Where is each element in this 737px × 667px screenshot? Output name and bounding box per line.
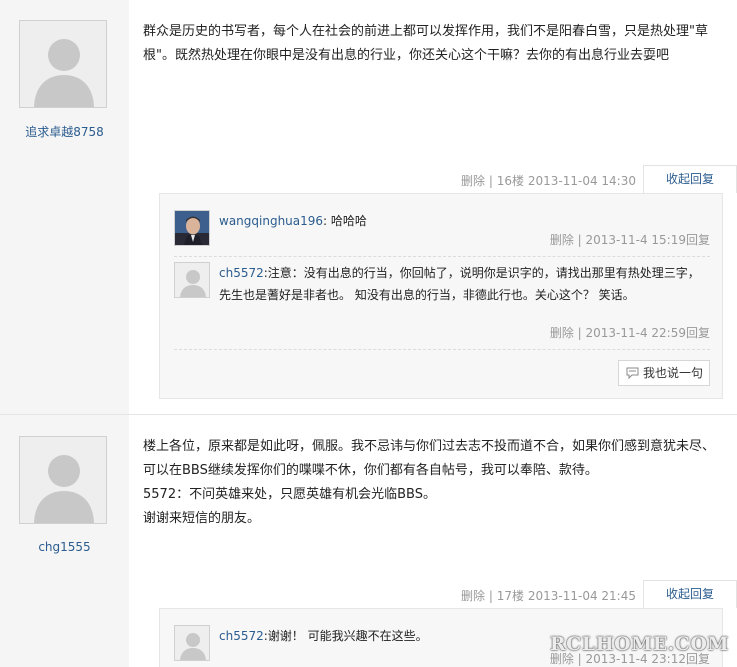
delete-link[interactable]: 删除 <box>461 589 485 603</box>
add-reply-label: 我也说一句 <box>643 366 704 380</box>
post-time: 2013-11-04 14:30 <box>527 174 636 188</box>
reply-item: ch5572:注意：没有出息的行当，你回帖了，说明你是识字的，请找出那里有热处理… <box>174 262 710 342</box>
reply-username-link[interactable]: ch5572 <box>219 266 264 280</box>
post-paragraph: 楼上各位，原来都是如此呀，佩服。我不忌讳与你们过去志不投而道不合，如果你们感到意… <box>143 439 716 478</box>
comment-icon <box>626 367 639 379</box>
meta-separator: | <box>488 589 493 603</box>
avatar[interactable] <box>174 625 210 661</box>
post-body: 楼上各位，原来都是如此呀，佩服。我不忌讳与你们过去志不投而道不合，如果你们感到意… <box>129 415 737 667</box>
reply-meta: 删除 | 2013-11-4 22:59回复 <box>549 326 710 340</box>
post-time: 2013-11-04 21:45 <box>527 589 636 603</box>
reply-text: ch5572:注意：没有出息的行当，你回帖了，说明你是识字的，请找出那里有热处理… <box>219 262 710 306</box>
reply-text: wangqinghua196: 哈哈哈 <box>219 210 710 232</box>
avatar[interactable] <box>19 20 107 108</box>
post-floor-17: chg1555 楼上各位，原来都是如此呀，佩服。我不忌讳与你们过去志不投而道不合… <box>0 415 737 667</box>
reply-username-link[interactable]: wangqinghua196 <box>219 214 323 228</box>
post-meta: 删除 | 16楼 2013-11-04 14:30 <box>461 172 636 189</box>
post-content: 楼上各位，原来都是如此呀，佩服。我不忌讳与你们过去志不投而道不合，如果你们感到意… <box>143 435 723 531</box>
reply-content: 哈哈哈 <box>330 214 367 228</box>
reply-content: 谢谢！ 可能我兴趣不在这些。 <box>267 629 428 643</box>
site-watermark: RCLHOME.COM <box>549 633 729 655</box>
reply-content: 注意：没有出息的行当，你回帖了，说明你是识字的，请找出那里有热处理三字，先生也是… <box>219 266 700 302</box>
reply-list: wangqinghua196: 哈哈哈 删除 | 2013-11-4 15:19… <box>159 193 723 399</box>
collapse-replies-button[interactable]: 收起回复 <box>643 165 737 193</box>
reply-divider <box>174 349 710 350</box>
reply-meta: 删除 | 2013-11-4 15:19回复 <box>549 233 710 247</box>
reply-item: wangqinghua196: 哈哈哈 删除 | 2013-11-4 15:19… <box>174 210 710 250</box>
colon: : <box>323 214 328 228</box>
default-avatar-icon <box>20 437 106 523</box>
avatar[interactable] <box>174 210 210 246</box>
default-avatar-icon <box>175 626 209 660</box>
meta-separator: | <box>488 174 493 188</box>
default-avatar-icon <box>175 263 209 297</box>
post-author-panel: chg1555 <box>0 415 129 667</box>
post-meta: 删除 | 17楼 2013-11-04 21:45 <box>461 587 636 604</box>
post-paragraph: 5572：不问英雄来处，只愿英雄有机会光临BBS。 <box>143 487 436 502</box>
post-body: 群众是历史的书写者，每个人在社会的前进上都可以发挥作用，我们不是阳春白雪，只是热… <box>129 0 737 414</box>
floor-number: 16楼 <box>496 174 525 188</box>
floor-number: 17楼 <box>496 589 525 603</box>
reply-username-link[interactable]: ch5572 <box>219 629 264 643</box>
add-reply-button[interactable]: 我也说一句 <box>618 360 710 386</box>
reply-divider <box>174 256 710 257</box>
username-link[interactable]: chg1555 <box>0 540 129 554</box>
avatar[interactable] <box>19 436 107 524</box>
post-paragraph: 谢谢来短信的朋友。 <box>143 511 261 526</box>
user-photo-icon <box>175 211 209 245</box>
delete-link[interactable]: 删除 <box>461 174 485 188</box>
post-author-panel: 追求卓越8758 <box>0 0 129 414</box>
avatar[interactable] <box>174 262 210 298</box>
collapse-replies-button[interactable]: 收起回复 <box>643 580 737 608</box>
post-floor-16: 追求卓越8758 群众是历史的书写者，每个人在社会的前进上都可以发挥作用，我们不… <box>0 0 737 414</box>
default-avatar-icon <box>20 21 106 107</box>
post-content: 群众是历史的书写者，每个人在社会的前进上都可以发挥作用，我们不是阳春白雪，只是热… <box>143 24 708 63</box>
username-link[interactable]: 追求卓越8758 <box>0 123 129 140</box>
